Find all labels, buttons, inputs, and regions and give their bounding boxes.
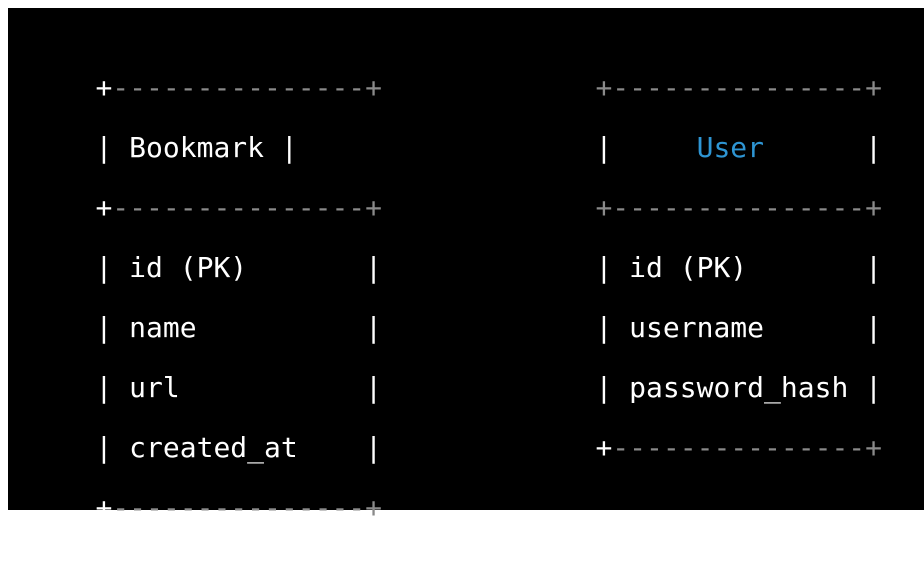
user-bottom-border: +---------------+ — [595, 431, 883, 464]
diagram-panel: +---------------+ | Bookmark | +--------… — [8, 8, 924, 524]
bookmark-bottom-border: +---------------+ — [95, 491, 383, 524]
